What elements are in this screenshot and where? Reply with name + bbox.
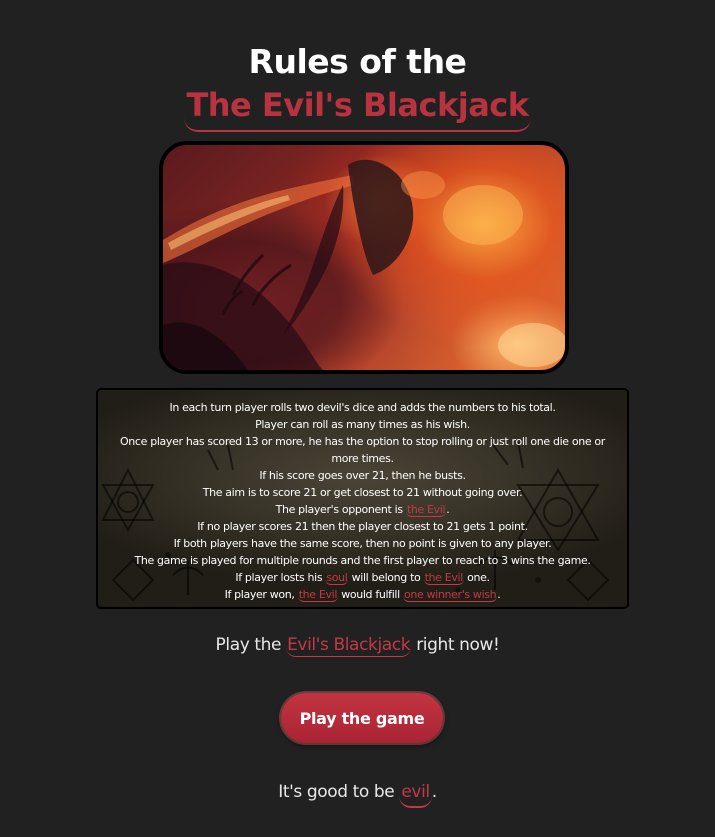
rule-line: If player losts his soul will belong to … — [98, 569, 627, 586]
evil-highlight: the Evil — [297, 588, 339, 602]
play-game-button[interactable]: Play the game — [281, 693, 443, 743]
footer-tagline: It's good to be evil. — [0, 780, 715, 808]
rule-line: If no player scores 21 then the player c… — [197, 520, 528, 533]
footer-evil-word: evil — [399, 780, 432, 808]
rule-text: one. — [467, 571, 490, 584]
rules-page: Rules of the The Evil's Blackjack In eac… — [0, 0, 715, 837]
rule-text: . — [497, 588, 501, 601]
cta-pre: Play the — [215, 635, 282, 655]
rule-line: The game is played for multiple rounds a… — [134, 554, 591, 567]
rule-line: If both players have the same score, the… — [173, 537, 552, 550]
wish-highlight: one winner's wish — [402, 588, 498, 602]
rule-text: . — [446, 503, 450, 516]
rule-text: The player's opponent is — [275, 503, 403, 516]
cta-text: Play the Evil's Blackjack right now! — [0, 633, 715, 657]
rule-line: In each turn player rolls two devil's di… — [169, 401, 556, 414]
rule-line: The player's opponent is the Evil. — [98, 501, 627, 518]
rule-line: more times. — [331, 452, 394, 465]
game-title: The Evil's Blackjack — [184, 84, 531, 132]
rule-line: Player can roll as many times as his wis… — [255, 418, 470, 431]
rule-line: If his score goes over 21, then he busts… — [259, 469, 466, 482]
footer-post: . — [431, 782, 437, 802]
rule-text: If player won, — [224, 588, 295, 601]
rules-panel: In each turn player rolls two devil's di… — [96, 388, 629, 609]
cta-post: right now! — [416, 635, 500, 655]
rule-text: If player losts his — [235, 571, 323, 584]
footer-pre: It's good to be — [278, 782, 395, 802]
page-title-line2: The Evil's Blackjack — [0, 84, 715, 132]
evil-highlight: the Evil — [405, 503, 447, 517]
rule-text: would fulfill — [341, 588, 400, 601]
rules-text: In each turn player rolls two devil's di… — [98, 399, 627, 603]
page-title-line1: Rules of the — [248, 42, 467, 81]
rule-text: will belong to — [351, 571, 421, 584]
fiery-demon-image — [159, 141, 569, 374]
cta-game-name: Evil's Blackjack — [286, 635, 412, 657]
soul-highlight: soul — [325, 571, 349, 585]
rule-line: If player won, the Evil would fulfill on… — [98, 586, 627, 603]
rule-line: Once player has scored 13 or more, he ha… — [120, 435, 605, 448]
rule-line: The aim is to score 21 or get closest to… — [202, 486, 523, 499]
hero-art — [163, 159, 565, 370]
evil-highlight: the Evil — [423, 571, 464, 585]
